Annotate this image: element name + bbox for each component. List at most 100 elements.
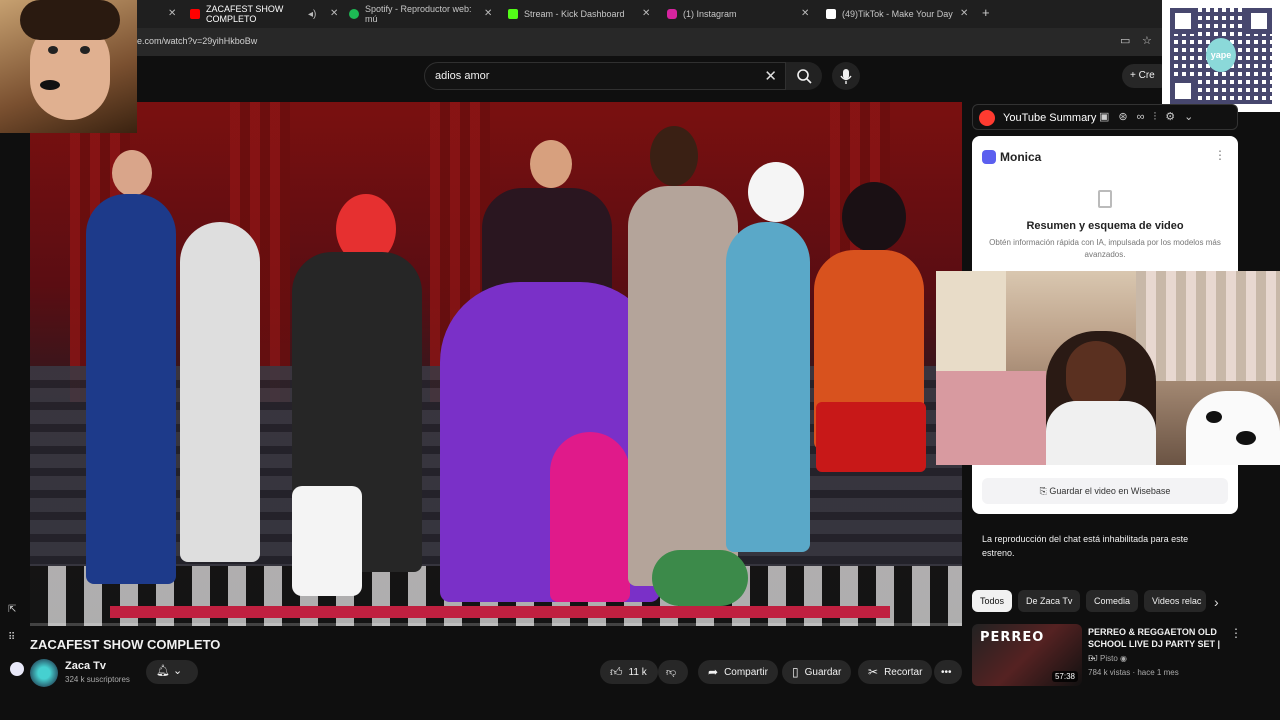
chat-disabled-message: La reproducción del chat está inhabilita… [982, 534, 1189, 558]
clear-search-icon[interactable]: ✕ [764, 67, 777, 85]
streamer-facecam [0, 0, 137, 133]
monica-logo-icon [982, 150, 996, 164]
save-button[interactable]: ▯ Guardar [782, 660, 852, 684]
recommended-channel[interactable]: DJ Pisto ◉ [1088, 654, 1127, 663]
chevron-right-icon[interactable]: › [1214, 594, 1219, 610]
monica-heading: Resumen y esquema de video [1026, 220, 1184, 232]
clothes-rack [1136, 271, 1280, 381]
performer [650, 126, 698, 186]
red-carpet [110, 606, 890, 618]
audio-icon: ◂) [308, 8, 317, 20]
browser-tab-bar: ZACAFEST SHOW COMPLETO ◂) ✕ ✕ Spotify - … [0, 0, 1280, 28]
video-thumbnail[interactable]: PERREO 57:38 [972, 624, 1082, 686]
recommended-video[interactable]: PERREO 57:38 PERREO & REGGAETON OLD SCHO… [972, 624, 1272, 690]
save-label: Guardar [804, 666, 842, 678]
discord-icon [10, 662, 24, 676]
tab-tiktok[interactable]: (49)TikTok - Make Your Day [826, 4, 956, 24]
qr-corner [1246, 8, 1272, 34]
channel-avatar[interactable] [30, 659, 58, 687]
chip-de-zaca-tv[interactable]: De Zaca Tv [1018, 590, 1081, 612]
youtube-icon [190, 9, 200, 19]
bed [936, 371, 1046, 465]
eye [80, 46, 90, 54]
notifications-button[interactable]: 🔔︎ ⌄ [146, 660, 198, 684]
yape-logo: yape [1206, 38, 1236, 72]
chip-comedia[interactable]: Comedia [1086, 590, 1139, 612]
qr-corner [1170, 78, 1196, 104]
close-tab-icon[interactable]: ✕ [168, 8, 176, 19]
clip-label: Recortar [884, 666, 923, 678]
spotify-icon [349, 9, 359, 19]
channel-name[interactable]: Zaca Tv [65, 660, 106, 672]
yape-qr-code: yape [1162, 0, 1280, 112]
search-button[interactable] [786, 62, 822, 90]
video-duration: 57:38 [1051, 671, 1078, 682]
plus-icon: + [1130, 70, 1139, 81]
more-vert-icon[interactable]: ⋮ [1230, 626, 1242, 640]
channel-label: DJ Pisto [1088, 654, 1118, 663]
youtube-header: adios amor ✕ + Cre [0, 56, 1280, 100]
performer [726, 222, 810, 552]
performer [816, 402, 926, 472]
tab-label: (1) Instagram [683, 9, 737, 19]
kick-icon [508, 9, 518, 19]
performer [550, 432, 630, 602]
expand-icon[interactable]: ⇱ [8, 604, 16, 615]
close-tab-icon[interactable]: ✕ [484, 8, 492, 19]
tab-spotify[interactable]: Spotify - Reproductor web: mú [349, 4, 479, 24]
monica-description: Obtén información rápida con IA, impulsa… [989, 238, 1221, 259]
qr-corner [1170, 8, 1196, 34]
chip-todos[interactable]: Todos [972, 590, 1013, 612]
search-box[interactable]: adios amor ✕ [424, 62, 786, 90]
monica-title: Monica [1000, 150, 1042, 164]
cast-icon[interactable]: ▭ [1120, 34, 1130, 47]
close-tab-icon[interactable]: ✕ [960, 8, 968, 19]
cow-plush [1186, 391, 1280, 465]
close-tab-icon[interactable]: ✕ [801, 8, 809, 19]
tab-youtube[interactable]: ZACAFEST SHOW COMPLETO ◂) [190, 4, 330, 24]
performer [842, 182, 906, 252]
streamer-body [1046, 401, 1156, 465]
video-title: ZACAFEST SHOW COMPLETO [30, 637, 221, 652]
video-progress-bar[interactable] [30, 623, 962, 626]
grid-icon[interactable]: ⠿ [8, 632, 15, 643]
like-button[interactable]: 👍︎ 11 k [600, 660, 658, 684]
tiktok-icon [826, 9, 836, 19]
verified-icon: ◉ [1120, 654, 1128, 663]
extension-toolbar-icons[interactable]: ▣⊛∞⫶⚙⌄ [1099, 110, 1202, 124]
performer [180, 222, 260, 562]
new-tab-button[interactable]: + [982, 5, 990, 20]
video-player[interactable] [30, 102, 962, 626]
tab-instagram[interactable]: (1) Instagram [667, 4, 797, 24]
share-button[interactable]: ➦ Compartir [698, 660, 778, 684]
more-actions-button[interactable]: ••• [934, 660, 962, 684]
prop-can [652, 550, 748, 606]
microphone-icon [840, 69, 852, 84]
close-tab-icon[interactable]: ✕ [642, 8, 650, 19]
room-shelf [936, 271, 1006, 371]
save-to-wisebase-label: Guardar el video en Wisebase [1049, 486, 1171, 496]
performer [112, 150, 152, 196]
recommended-meta: 784 k vistas · hace 1 mes [1088, 668, 1179, 677]
thumbs-down-icon: 👎︎ [666, 667, 677, 678]
tab-kick[interactable]: Stream - Kick Dashboard [508, 4, 638, 24]
voice-search-button[interactable] [832, 62, 860, 90]
bookmark-star-icon[interactable]: ☆ [1142, 34, 1152, 47]
like-count: 11 k [628, 666, 647, 678]
search-input[interactable]: adios amor [435, 70, 489, 82]
performer [748, 162, 804, 222]
save-to-wisebase-button[interactable]: ⎘ Guardar el video en Wisebase [982, 478, 1228, 504]
more-vert-icon[interactable]: ⋮ [1214, 148, 1226, 162]
close-tab-icon[interactable]: ✕ [330, 8, 338, 19]
more-horiz-icon: ••• [941, 666, 952, 678]
save-icon: ⎘ [1039, 486, 1050, 496]
chip-videos-relacionados[interactable]: Videos relac [1144, 590, 1206, 612]
url-field[interactable]: e.com/watch?v=29yihHkboBw [137, 36, 257, 46]
youtube-summary-extension[interactable]: YouTube Summary ▣⊛∞⫶⚙⌄ [972, 104, 1238, 130]
performer [628, 186, 738, 586]
document-icon [1098, 190, 1112, 208]
dislike-button[interactable]: 👎︎ [658, 660, 688, 684]
clip-button[interactable]: ✂ Recortar [858, 660, 933, 684]
microphone [40, 80, 60, 90]
cow-spot [1236, 431, 1256, 445]
